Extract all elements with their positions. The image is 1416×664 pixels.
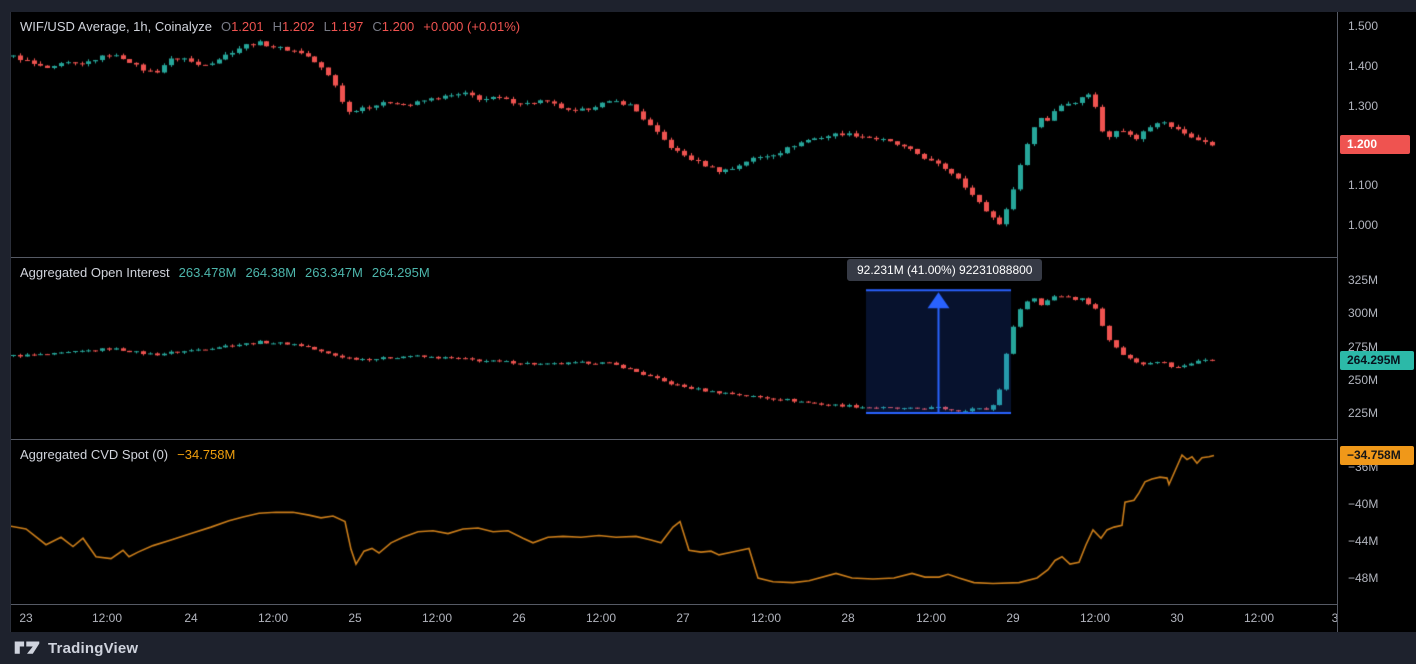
price-legend: WIF/USD Average, 1h, Coinalyze O1.201 H1.…	[20, 19, 520, 34]
tradingview-chart-window: WIF/USD Average, 1h, Coinalyze O1.201 H1.…	[0, 0, 1416, 664]
last-value-badge: 264.295M	[1340, 351, 1414, 370]
open-interest-title[interactable]: Aggregated Open Interest	[20, 265, 170, 280]
time-tick-label: 25	[348, 611, 361, 625]
time-tick-label: 12:00	[1080, 611, 1110, 625]
axis-tick-label: 1.400	[1348, 58, 1378, 74]
axis-tick-label: 325M	[1348, 272, 1378, 288]
time-tick-label: 29	[1006, 611, 1019, 625]
axis-tick-label: 1.000	[1348, 217, 1378, 233]
time-tick-label: 12:00	[916, 611, 946, 625]
time-tick-label: 26	[512, 611, 525, 625]
last-value-badge: 1.200	[1340, 135, 1410, 154]
time-tick-label: 23	[19, 611, 32, 625]
axis-tick-label: −40M	[1348, 496, 1378, 512]
open-interest-value: 264.38M	[245, 265, 296, 280]
cvd-value: −34.758M	[177, 447, 235, 462]
axis-tick-label: 225M	[1348, 405, 1378, 421]
open-interest-value: 264.295M	[372, 265, 430, 280]
time-tick-label: 12:00	[92, 611, 122, 625]
ohlc-values: O1.201 H1.202 L1.197 C1.200	[221, 19, 414, 34]
cvd-title[interactable]: Aggregated CVD Spot (0)	[20, 447, 168, 462]
price-axis[interactable]: 1.5001.4001.3001.1001.0001.200325M300M27…	[1337, 12, 1416, 632]
last-value-badge: −34.758M	[1340, 446, 1414, 465]
bottom-bar: TradingView	[0, 632, 1416, 664]
price-pane: WIF/USD Average, 1h, Coinalyze O1.201 H1.…	[11, 12, 1337, 257]
open-interest-value: 263.347M	[305, 265, 363, 280]
time-tick-label: 24	[184, 611, 197, 625]
ohlc-item: O1.201	[221, 19, 264, 34]
open-interest-legend: Aggregated Open Interest 263.478M 264.38M…	[20, 265, 430, 280]
time-tick-label: 12:00	[258, 611, 288, 625]
cvd-legend: Aggregated CVD Spot (0) −34.758M	[20, 447, 235, 462]
brand-name[interactable]: TradingView	[48, 640, 138, 657]
tradingview-logo-icon[interactable]	[14, 638, 40, 658]
price-change: +0.000 (+0.01%)	[423, 19, 520, 34]
time-axis[interactable]: 23 12:00 24 12:00 25 12:00 26 12:00 27 12:00 28 12:…	[11, 604, 1337, 632]
ohlc-item: L1.197	[324, 19, 364, 34]
open-interest-value: 263.478M	[179, 265, 237, 280]
time-tick-label: 12:00	[751, 611, 781, 625]
time-tick-label: 28	[841, 611, 854, 625]
axis-tick-label: −48M	[1348, 570, 1378, 586]
axis-tick-label: 250M	[1348, 372, 1378, 388]
open-interest-pane: Aggregated Open Interest 263.478M 264.38M…	[11, 257, 1337, 439]
time-tick-label: 12:00	[586, 611, 616, 625]
time-tick-label: 12:00	[422, 611, 452, 625]
axis-tick-label: 1.100	[1348, 177, 1378, 193]
axis-tick-label: −44M	[1348, 533, 1378, 549]
cvd-pane: Aggregated CVD Spot (0) −34.758M	[11, 439, 1337, 604]
measurement-tooltip: 92.231M (41.00%) 92231088800	[847, 259, 1042, 281]
ohlc-item: H1.202	[273, 19, 315, 34]
axis-tick-label: 1.300	[1348, 98, 1378, 114]
chart-plot-area: WIF/USD Average, 1h, Coinalyze O1.201 H1.…	[10, 12, 1337, 632]
ohlc-item: C1.200	[372, 19, 414, 34]
symbol-title[interactable]: WIF/USD Average, 1h, Coinalyze	[20, 19, 212, 34]
time-tick-label: 12:00	[1244, 611, 1274, 625]
open-interest-canvas[interactable]	[11, 258, 1338, 439]
price-candlestick-canvas[interactable]	[11, 12, 1338, 257]
cvd-line-canvas[interactable]	[11, 440, 1338, 604]
time-tick-label: 30	[1170, 611, 1183, 625]
axis-tick-label: 300M	[1348, 305, 1378, 321]
open-interest-values: 263.478M 264.38M 263.347M 264.295M	[179, 265, 430, 280]
time-tick-label: 27	[676, 611, 689, 625]
axis-tick-label: 1.500	[1348, 18, 1378, 34]
